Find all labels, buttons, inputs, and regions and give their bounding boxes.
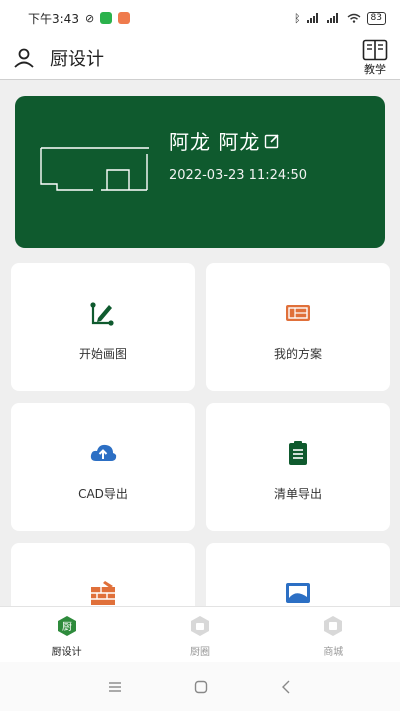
image-icon: [286, 583, 310, 603]
back-icon[interactable]: [280, 680, 292, 694]
tab-label: 厨圈: [189, 647, 210, 658]
cloud-upload-icon: [90, 444, 117, 461]
menu-card-list-export[interactable]: 清单导出: [206, 403, 390, 531]
user-icon[interactable]: [12, 46, 36, 70]
tab-label: 商城: [323, 647, 344, 658]
profile-name: 阿龙 阿龙: [169, 130, 261, 154]
profile-card[interactable]: 阿龙 阿龙 2022-03-23 11:24:50: [15, 96, 385, 248]
signal-icon: [306, 13, 318, 23]
svg-text:厨: 厨: [62, 621, 72, 633]
floor-plan-icon: [40, 147, 149, 191]
home-icon[interactable]: [194, 680, 208, 694]
tab-label: 厨设计: [51, 647, 82, 658]
wifi-icon: [347, 13, 360, 23]
menu-label: CAD导出: [78, 487, 128, 501]
app-notification-icon: [118, 12, 131, 24]
book-icon: [362, 39, 388, 60]
mall-tab-icon: [324, 616, 343, 636]
menu-card-my-plans[interactable]: 我的方案: [206, 263, 390, 391]
kitchen-design-tab-icon: 厨: [57, 616, 76, 636]
bottom-tab-bar: 厨 厨设计 厨圈 商城: [0, 606, 400, 662]
tab-kitchen-circle[interactable]: 厨圈: [133, 607, 266, 662]
menu-card-cad-export[interactable]: CAD导出: [11, 403, 195, 531]
system-nav-bar: [0, 662, 400, 711]
blueprint-icon: [286, 305, 310, 321]
edit-icon[interactable]: [264, 133, 280, 149]
tab-mall[interactable]: 商城: [267, 607, 400, 662]
kitchen-circle-tab-icon: [190, 616, 209, 636]
menu-card-start-drawing[interactable]: 开始画图: [11, 263, 195, 391]
teach-button[interactable]: 教学: [362, 39, 388, 77]
mute-icon: ⊘: [84, 11, 95, 25]
signal-icon-2: [326, 13, 338, 23]
menu-label: 开始画图: [78, 347, 127, 361]
wechat-icon: [100, 12, 113, 24]
page-title: 厨设计: [50, 48, 104, 70]
profile-name-row: 阿龙 阿龙: [169, 126, 280, 155]
bluetooth-icon: ᛒ: [293, 11, 301, 25]
draw-icon: [90, 302, 114, 326]
profile-datetime: 2022-03-23 11:24:50: [169, 168, 308, 183]
status-time: 下午3:43: [28, 11, 79, 26]
status-bar: 下午3:43 ⊘ ᛒ 83: [0, 0, 400, 36]
menu-icon[interactable]: [108, 681, 122, 693]
brick-wall-icon: [91, 581, 115, 605]
menu-label: 我的方案: [273, 347, 322, 361]
teach-label: 教学: [364, 62, 386, 76]
menu-label: 清单导出: [273, 487, 322, 501]
battery-level: 83: [366, 11, 386, 25]
tab-kitchen-design[interactable]: 厨 厨设计: [0, 607, 133, 662]
app-bar: 厨设计 教学: [0, 36, 400, 80]
clipboard-list-icon: [289, 441, 307, 465]
